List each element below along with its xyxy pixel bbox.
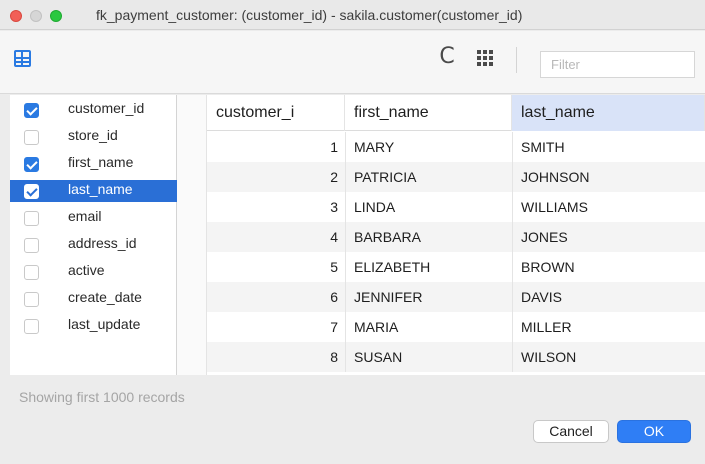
table-cell: JOHNSON — [521, 169, 590, 185]
column-item[interactable]: customer_id — [10, 99, 177, 121]
column-label: email — [68, 208, 102, 224]
table-cell: 8 — [330, 349, 338, 365]
column-divider — [512, 132, 513, 162]
column-item[interactable]: address_id — [10, 234, 177, 256]
column-checkbox[interactable] — [24, 292, 39, 307]
table-cell: BROWN — [521, 259, 575, 275]
column-divider — [345, 132, 346, 162]
column-item[interactable]: last_update — [10, 315, 177, 337]
table-row[interactable]: 5 ELIZABETH BROWN — [207, 252, 705, 282]
zoom-window-button[interactable] — [50, 10, 62, 22]
column-divider — [345, 222, 346, 252]
column-divider — [512, 192, 513, 222]
column-label: last_update — [68, 316, 141, 332]
minimize-window-button[interactable] — [30, 10, 42, 22]
column-header[interactable]: first_name — [345, 95, 512, 131]
column-divider — [512, 282, 513, 312]
table-row[interactable]: 3 LINDA WILLIAMS — [207, 192, 705, 222]
toolbar: C — [0, 31, 705, 94]
column-item[interactable]: active — [10, 261, 177, 283]
column-checkbox[interactable] — [24, 103, 39, 118]
column-label: first_name — [68, 154, 134, 170]
table-cell: JONES — [521, 229, 568, 245]
table-grid-icon-line — [15, 61, 30, 63]
table-row[interactable]: 6 JENNIFER DAVIS — [207, 282, 705, 312]
table-cell: MARIA — [354, 319, 399, 335]
column-checkbox[interactable] — [24, 265, 39, 280]
table-cell: BARBARA — [354, 229, 421, 245]
table-cell: 6 — [330, 289, 338, 305]
data-grid: customer_i first_name last_name 1 MARY SMITH… — [177, 95, 705, 375]
dialog-window: fk_payment_customer: (customer_id) - sak… — [0, 0, 705, 464]
column-divider — [512, 222, 513, 252]
column-divider — [345, 312, 346, 342]
column-label: active — [68, 262, 105, 278]
column-item[interactable]: create_date — [10, 288, 177, 310]
ok-button[interactable]: OK — [617, 420, 691, 443]
column-label: store_id — [68, 127, 118, 143]
table-row[interactable]: 4 BARBARA JONES — [207, 222, 705, 252]
table-cell: WILLIAMS — [521, 199, 588, 215]
column-checkbox[interactable] — [24, 211, 39, 226]
column-label: create_date — [68, 289, 142, 305]
table-cell: WILSON — [521, 349, 577, 365]
column-divider — [512, 162, 513, 192]
column-divider — [345, 162, 346, 192]
column-item[interactable]: email — [10, 207, 177, 229]
table-cell: PATRICIA — [354, 169, 417, 185]
column-item[interactable]: store_id — [10, 126, 177, 148]
column-label: last_name — [68, 181, 133, 197]
records-status: Showing first 1000 records — [19, 389, 185, 405]
column-checkbox[interactable] — [24, 238, 39, 253]
table-grid-icon[interactable] — [14, 50, 31, 67]
table-cell: 3 — [330, 199, 338, 215]
column-header[interactable]: customer_i — [207, 95, 345, 131]
table-cell: 5 — [330, 259, 338, 275]
column-label: customer_id — [68, 100, 145, 116]
column-checklist: customer_id store_id first_name last_nameem… — [10, 95, 177, 375]
table-cell: 7 — [330, 319, 338, 335]
table-row[interactable]: 8 SUSAN WILSON — [207, 342, 705, 372]
refresh-icon[interactable]: C — [436, 45, 458, 69]
table-cell: ELIZABETH — [354, 259, 431, 275]
table-cell: MILLER — [521, 319, 572, 335]
column-divider — [345, 252, 346, 282]
table-cell: 2 — [330, 169, 338, 185]
column-divider — [512, 342, 513, 372]
columns-grid-icon[interactable] — [477, 50, 493, 66]
table-cell: 4 — [330, 229, 338, 245]
table-cell: SMITH — [521, 139, 565, 155]
title-bar: fk_payment_customer: (customer_id) - sak… — [0, 0, 705, 30]
table-row[interactable]: 1 MARY SMITH — [207, 132, 705, 162]
column-label: address_id — [68, 235, 137, 251]
close-window-button[interactable] — [10, 10, 22, 22]
column-checkbox[interactable] — [24, 184, 39, 199]
cancel-button[interactable]: Cancel — [533, 420, 609, 443]
toolbar-divider — [516, 47, 517, 73]
column-header[interactable]: last_name — [512, 95, 705, 131]
row-gutter — [177, 95, 207, 375]
table-row[interactable]: 7 MARIA MILLER — [207, 312, 705, 342]
table-row[interactable]: 2 PATRICIA JOHNSON — [207, 162, 705, 192]
column-divider — [345, 342, 346, 372]
table-cell: JENNIFER — [354, 289, 423, 305]
column-item[interactable]: last_name — [10, 180, 177, 202]
filter-input[interactable] — [540, 51, 695, 78]
window-title: fk_payment_customer: (customer_id) - sak… — [96, 7, 523, 23]
column-checkbox[interactable] — [24, 319, 39, 334]
column-divider — [512, 252, 513, 282]
table-cell: DAVIS — [521, 289, 562, 305]
column-checkbox[interactable] — [24, 130, 39, 145]
column-divider — [345, 282, 346, 312]
table-cell: LINDA — [354, 199, 396, 215]
column-item[interactable]: first_name — [10, 153, 177, 175]
column-divider — [345, 192, 346, 222]
table-cell: MARY — [354, 139, 395, 155]
grid-header: customer_i first_name last_name — [207, 95, 705, 131]
column-checkbox[interactable] — [24, 157, 39, 172]
table-cell: SUSAN — [354, 349, 403, 365]
table-cell: 1 — [330, 139, 338, 155]
column-divider — [512, 312, 513, 342]
